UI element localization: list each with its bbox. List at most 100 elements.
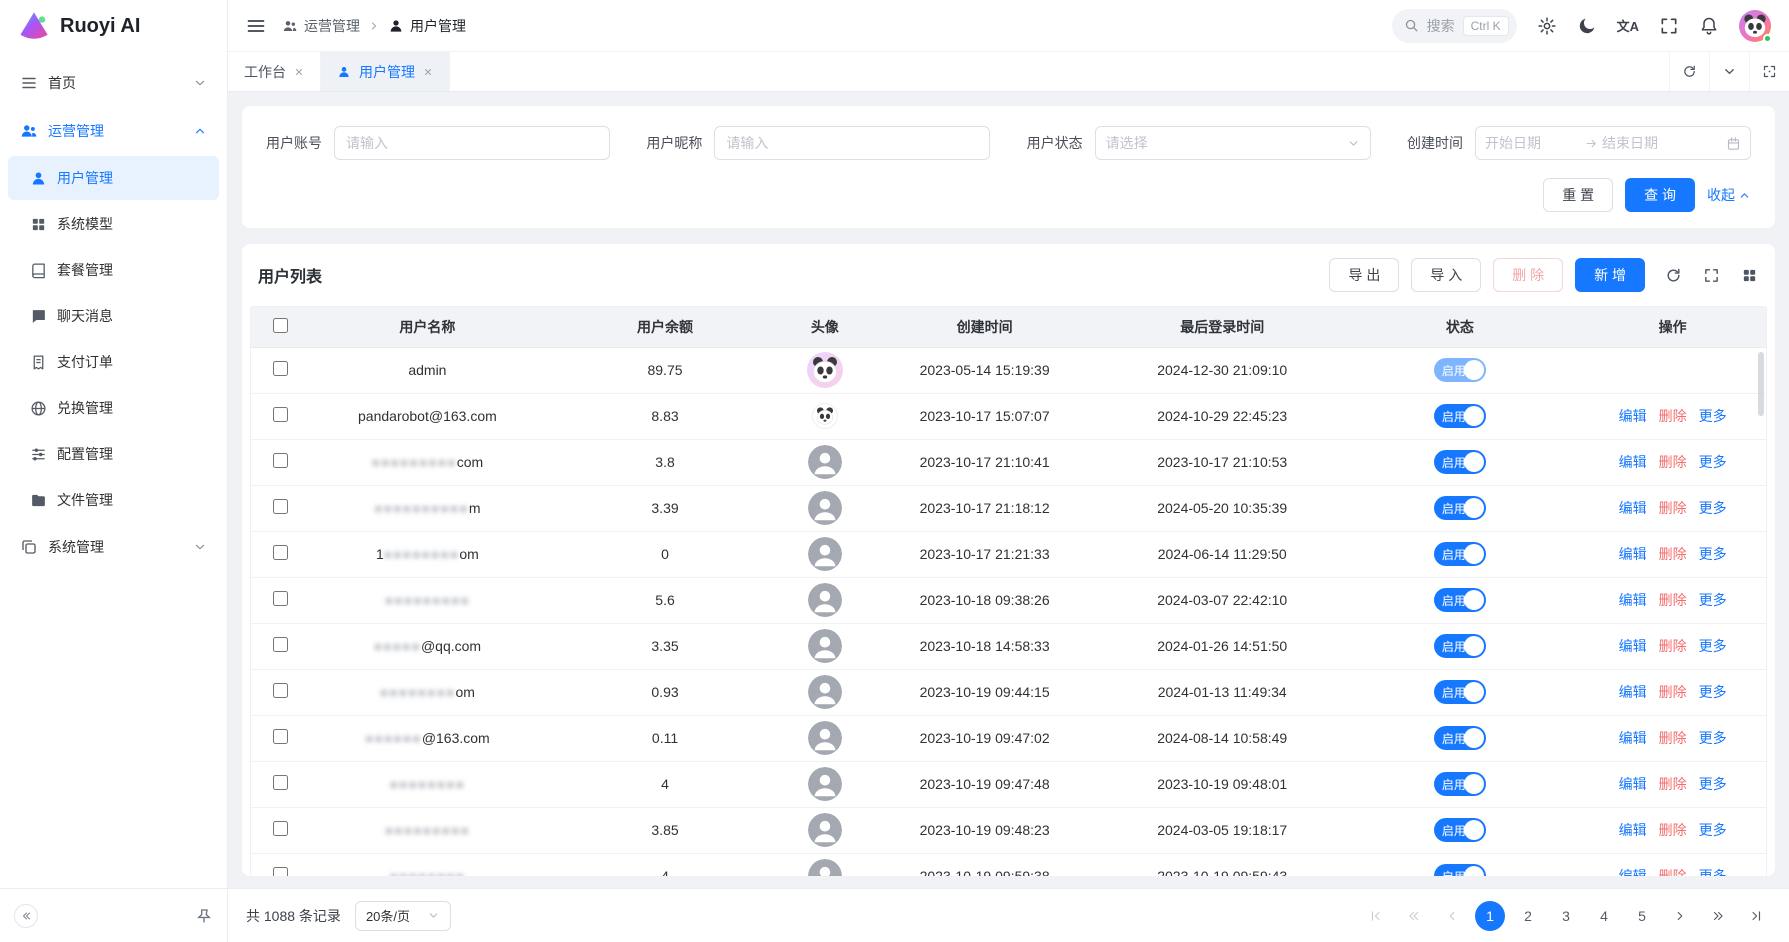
delete-button[interactable]: 删 除 xyxy=(1493,258,1563,292)
delete-link[interactable]: 删除 xyxy=(1659,592,1687,608)
edit-link[interactable]: 编辑 xyxy=(1619,684,1647,700)
search-input[interactable]: 搜索 Ctrl K xyxy=(1392,9,1517,43)
page-button-5[interactable]: 5 xyxy=(1627,901,1657,931)
edit-link[interactable]: 编辑 xyxy=(1619,822,1647,838)
row-checkbox[interactable] xyxy=(273,361,288,376)
gear-icon[interactable] xyxy=(1537,16,1557,36)
status-toggle[interactable]: 启用 xyxy=(1434,680,1486,704)
row-checkbox[interactable] xyxy=(273,729,288,744)
sidebar-item-payment-orders[interactable]: 支付订单 xyxy=(8,340,219,384)
row-checkbox[interactable] xyxy=(273,453,288,468)
status-select[interactable]: 请选择 xyxy=(1095,126,1371,160)
delete-link[interactable]: 删除 xyxy=(1659,776,1687,792)
sidebar-item-config[interactable]: 配置管理 xyxy=(8,432,219,476)
vertical-scrollbar[interactable] xyxy=(1757,348,1765,876)
refresh-tab-icon[interactable] xyxy=(1669,52,1709,91)
status-toggle[interactable]: 启用 xyxy=(1434,818,1486,842)
edit-link[interactable]: 编辑 xyxy=(1619,408,1647,424)
delete-link[interactable]: 删除 xyxy=(1659,638,1687,654)
collapse-filter-link[interactable]: 收起 xyxy=(1707,185,1751,205)
row-checkbox[interactable] xyxy=(273,637,288,652)
delete-link[interactable]: 删除 xyxy=(1659,730,1687,746)
row-checkbox[interactable] xyxy=(273,407,288,422)
delete-link[interactable]: 删除 xyxy=(1659,684,1687,700)
prev-5-pages-button[interactable] xyxy=(1399,901,1429,931)
more-link[interactable]: 更多 xyxy=(1699,592,1727,608)
page-button-1[interactable]: 1 xyxy=(1475,901,1505,931)
more-link[interactable]: 更多 xyxy=(1699,776,1727,792)
next-page-button[interactable] xyxy=(1665,901,1695,931)
more-link[interactable]: 更多 xyxy=(1699,638,1727,654)
chevron-down-icon[interactable] xyxy=(1709,52,1749,91)
status-toggle[interactable]: 启用 xyxy=(1434,496,1486,520)
tab-workbench[interactable]: 工作台 xyxy=(228,52,321,91)
row-checkbox[interactable] xyxy=(273,499,288,514)
more-link[interactable]: 更多 xyxy=(1699,868,1727,876)
row-checkbox[interactable] xyxy=(273,821,288,836)
status-toggle[interactable]: 启用 xyxy=(1434,634,1486,658)
reset-button[interactable]: 重 置 xyxy=(1543,178,1613,212)
export-button[interactable]: 导 出 xyxy=(1329,258,1399,292)
sidebar-item-files[interactable]: 文件管理 xyxy=(8,478,219,522)
end-date-input[interactable] xyxy=(1602,135,1698,151)
prev-page-button[interactable] xyxy=(1437,901,1467,931)
hamburger-menu-icon[interactable] xyxy=(246,16,266,36)
row-checkbox[interactable] xyxy=(273,591,288,606)
add-button[interactable]: 新 增 xyxy=(1575,258,1645,292)
more-link[interactable]: 更多 xyxy=(1699,684,1727,700)
page-button-2[interactable]: 2 xyxy=(1513,901,1543,931)
edit-link[interactable]: 编辑 xyxy=(1619,730,1647,746)
row-checkbox[interactable] xyxy=(273,867,288,876)
close-icon[interactable] xyxy=(294,67,304,77)
sidebar-collapse-button[interactable] xyxy=(14,904,38,928)
sidebar-item-models[interactable]: 系统模型 xyxy=(8,202,219,246)
status-toggle[interactable]: 启用 xyxy=(1434,588,1486,612)
next-5-pages-button[interactable] xyxy=(1703,901,1733,931)
sidebar-item-system[interactable]: 系统管理 xyxy=(8,524,219,570)
delete-link[interactable]: 删除 xyxy=(1659,500,1687,516)
status-toggle[interactable]: 启用 xyxy=(1434,542,1486,566)
account-input[interactable] xyxy=(334,126,610,160)
edit-link[interactable]: 编辑 xyxy=(1619,546,1647,562)
page-size-select[interactable]: 20条/页 xyxy=(355,901,451,931)
edit-link[interactable]: 编辑 xyxy=(1619,868,1647,876)
delete-link[interactable]: 删除 xyxy=(1659,546,1687,562)
sidebar-item-packages[interactable]: 套餐管理 xyxy=(8,248,219,292)
fullscreen-icon[interactable] xyxy=(1659,16,1679,36)
more-link[interactable]: 更多 xyxy=(1699,500,1727,516)
status-toggle[interactable]: 启用 xyxy=(1434,864,1486,876)
nickname-input[interactable] xyxy=(714,126,990,160)
more-link[interactable]: 更多 xyxy=(1699,822,1727,838)
edit-link[interactable]: 编辑 xyxy=(1619,592,1647,608)
breadcrumb-operations[interactable]: 运营管理 xyxy=(282,16,360,36)
status-toggle[interactable]: 启用 xyxy=(1434,772,1486,796)
dark-mode-moon-icon[interactable] xyxy=(1577,16,1597,36)
edit-link[interactable]: 编辑 xyxy=(1619,454,1647,470)
delete-link[interactable]: 删除 xyxy=(1659,822,1687,838)
first-page-button[interactable] xyxy=(1361,901,1391,931)
maximize-icon[interactable] xyxy=(1701,265,1721,285)
layout-expand-icon[interactable] xyxy=(1749,52,1789,91)
language-translate-icon[interactable]: 文A xyxy=(1617,16,1639,36)
more-link[interactable]: 更多 xyxy=(1699,730,1727,746)
edit-link[interactable]: 编辑 xyxy=(1619,638,1647,654)
more-link[interactable]: 更多 xyxy=(1699,408,1727,424)
sidebar-item-users[interactable]: 用户管理 xyxy=(8,156,219,200)
delete-link[interactable]: 删除 xyxy=(1659,408,1687,424)
start-date-input[interactable] xyxy=(1485,135,1581,151)
date-range-input[interactable] xyxy=(1475,126,1751,160)
delete-link[interactable]: 删除 xyxy=(1659,868,1687,876)
sidebar-item-chat-messages[interactable]: 聊天消息 xyxy=(8,294,219,338)
avatar[interactable] xyxy=(1739,10,1771,42)
delete-link[interactable]: 删除 xyxy=(1659,454,1687,470)
sidebar-item-exchange[interactable]: 兑换管理 xyxy=(8,386,219,430)
more-link[interactable]: 更多 xyxy=(1699,546,1727,562)
edit-link[interactable]: 编辑 xyxy=(1619,500,1647,516)
bell-icon[interactable] xyxy=(1699,16,1719,36)
tab-user-management[interactable]: 用户管理 xyxy=(321,52,450,91)
edit-link[interactable]: 编辑 xyxy=(1619,776,1647,792)
column-settings-icon[interactable] xyxy=(1739,265,1759,285)
logo[interactable]: Ruoyi AI xyxy=(0,0,227,52)
page-button-3[interactable]: 3 xyxy=(1551,901,1581,931)
status-toggle[interactable]: 启用 xyxy=(1434,358,1486,382)
